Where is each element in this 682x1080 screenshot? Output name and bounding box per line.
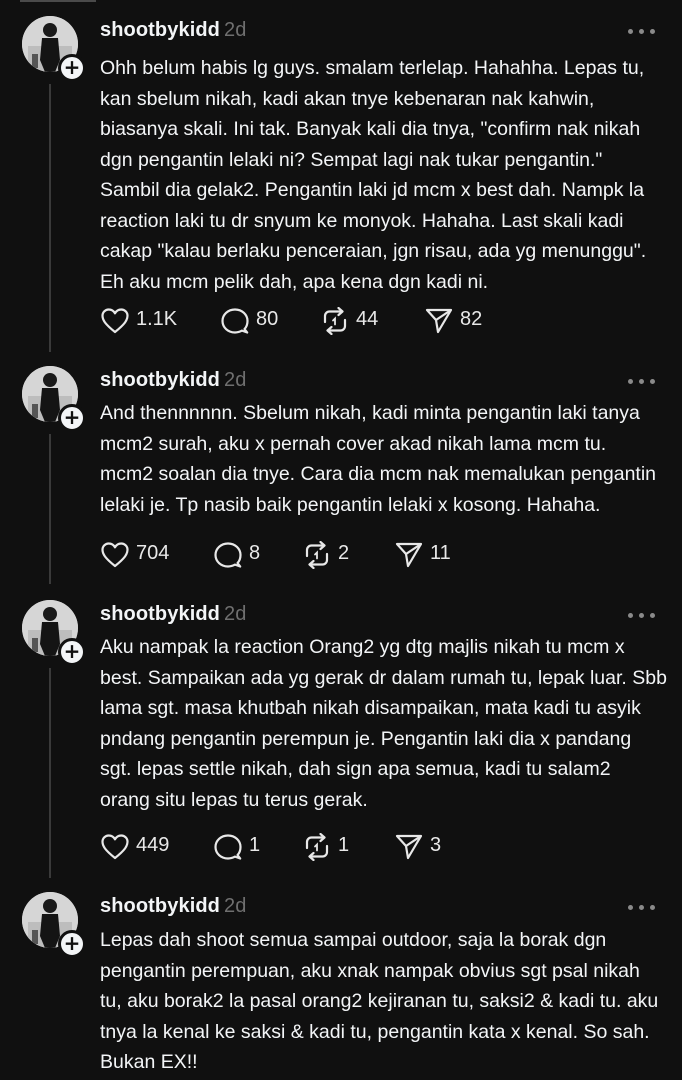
avatar[interactable]: + [22, 16, 86, 82]
post-time: 2d [224, 895, 247, 917]
send-icon [395, 542, 423, 568]
reply-count: 80 [256, 308, 279, 330]
post-text: Lepas dah shoot semua sampai outdoor, sa… [100, 929, 659, 1073]
repost-count: 44 [356, 308, 379, 330]
reply-button[interactable]: 1 [213, 831, 273, 861]
send-icon [395, 834, 423, 860]
like-button[interactable]: 1.1K [100, 305, 190, 335]
repost-icon [305, 541, 329, 569]
reply-button[interactable]: 8 [213, 539, 273, 569]
avatar[interactable]: + [22, 892, 86, 958]
post-time: 2d [224, 369, 247, 391]
post-time: 2d [224, 603, 247, 625]
share-count: 11 [430, 542, 451, 564]
thread-connector-line [49, 84, 51, 352]
follow-plus-icon[interactable]: + [58, 404, 86, 432]
reply-button[interactable]: 80 [220, 305, 290, 335]
more-options-icon[interactable] [628, 610, 658, 620]
post-header: shootbykidd 2d [100, 369, 246, 392]
heart-icon [101, 834, 129, 860]
reply-count: 8 [249, 542, 261, 564]
like-count: 704 [136, 542, 170, 564]
reply-count: 1 [249, 834, 261, 856]
send-icon [425, 308, 453, 334]
post-text: Ohh belum habis lg guys. smalam terlelap… [100, 57, 647, 293]
share-button[interactable]: 11 [394, 539, 454, 569]
post-header: shootbykidd 2d [100, 19, 246, 42]
follow-plus-icon[interactable]: + [58, 638, 86, 666]
repost-button[interactable]: 2 [302, 539, 362, 569]
post-time: 2d [224, 19, 247, 41]
more-options-icon[interactable] [628, 902, 658, 912]
repost-icon [305, 833, 329, 861]
heart-icon [101, 542, 129, 568]
comment-icon [214, 542, 242, 568]
post-header: shootbykidd 2d [100, 895, 246, 918]
follow-plus-icon[interactable]: + [58, 930, 86, 958]
more-options-icon[interactable] [628, 376, 658, 386]
avatar[interactable]: + [22, 366, 86, 432]
share-button[interactable]: 3 [394, 831, 454, 861]
post-text: And thennnnnn. Sbelum nikah, kadi minta … [100, 402, 657, 516]
repost-button[interactable]: 44 [320, 305, 390, 335]
repost-button[interactable]: 1 [302, 831, 362, 861]
heart-icon [101, 308, 129, 334]
post-header: shootbykidd 2d [100, 603, 246, 626]
username[interactable]: shootbykidd [100, 369, 220, 391]
like-count: 449 [136, 834, 170, 856]
username[interactable]: shootbykidd [100, 895, 220, 917]
repost-icon [323, 307, 347, 335]
like-button[interactable]: 704 [100, 539, 180, 569]
comment-icon [214, 834, 242, 860]
share-count: 82 [460, 308, 483, 330]
username[interactable]: shootbykidd [100, 603, 220, 625]
username[interactable]: shootbykidd [100, 19, 220, 41]
more-options-icon[interactable] [628, 26, 658, 36]
thread-connector-line [49, 434, 51, 584]
share-button[interactable]: 82 [424, 305, 494, 335]
top-divider [20, 0, 96, 2]
like-button[interactable]: 449 [100, 831, 180, 861]
repost-count: 2 [338, 542, 350, 564]
post-text: Aku nampak la reaction Orang2 yg dtg maj… [100, 636, 667, 811]
thread-connector-line [49, 668, 51, 878]
like-count: 1.1K [136, 308, 178, 330]
follow-plus-icon[interactable]: + [58, 54, 86, 82]
repost-count: 1 [338, 834, 350, 856]
share-count: 3 [430, 834, 442, 856]
avatar[interactable]: + [22, 600, 86, 666]
comment-icon [221, 308, 249, 334]
